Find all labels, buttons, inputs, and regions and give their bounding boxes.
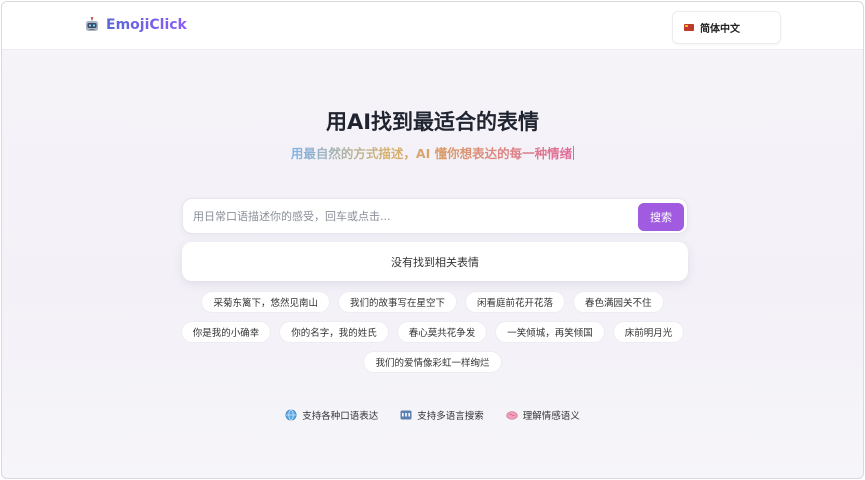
suggestion-chip[interactable]: 闲看庭前花开花落 — [465, 291, 566, 313]
suggestion-chip[interactable]: 我们的故事写在星空下 — [337, 291, 457, 313]
robot-icon — [86, 17, 98, 31]
result-panel: 没有找到相关表情 — [182, 242, 688, 281]
globe-icon — [285, 409, 297, 421]
suggestion-chip[interactable]: 一笑倾城，再笑倾国 — [495, 321, 605, 343]
feature-label: 理解情感语义 — [522, 411, 580, 422]
typing-caret — [573, 146, 575, 160]
search-bar: 搜索 — [182, 198, 688, 234]
suggestion-chip[interactable]: 你的名字，我的姓氏 — [279, 321, 389, 343]
subtitle-text: 用最自然的方式描述，AI 懂你想表达的每一种情绪 — [290, 146, 573, 161]
suggestion-chips: 采菊东篱下，悠然见南山 我们的故事写在星空下 闲看庭前花开花落 春色满园关不住 … — [2, 291, 863, 381]
suggestion-chip[interactable]: 采菊东篱下，悠然见南山 — [201, 291, 330, 313]
page-title: 用AI找到最适合的表情 — [325, 110, 540, 134]
logo-text: EmojiClick — [106, 17, 187, 33]
chip-row: 采菊东篱下，悠然见南山 我们的故事写在星空下 闲看庭前花开花落 春色满园关不住 — [2, 291, 863, 313]
feature-list: 支持各种口语表达 支持多语言搜索 理解情感语义 — [2, 408, 863, 422]
search-button[interactable]: 搜索 — [638, 203, 684, 231]
logo[interactable]: EmojiClick — [84, 17, 187, 33]
feature-multilang: 支持多语言搜索 — [400, 408, 484, 422]
feature-emotion: 理解情感语义 — [506, 408, 580, 422]
search-input[interactable] — [193, 205, 633, 227]
feature-label: 支持多语言搜索 — [417, 411, 484, 422]
no-result-message: 没有找到相关表情 — [391, 255, 479, 269]
feature-label: 支持各种口语表达 — [302, 411, 379, 422]
language-selector[interactable]: 简体中文 — [672, 11, 781, 44]
china-flag-icon — [684, 24, 694, 31]
feature-colloquial: 支持各种口语表达 — [285, 408, 378, 422]
suggestion-chip[interactable]: 春色满园关不住 — [573, 291, 664, 313]
top-header: EmojiClick 简体中文 — [2, 2, 863, 50]
suggestion-chip[interactable]: 床前明月光 — [612, 321, 685, 343]
page-subtitle: 用最自然的方式描述，AI 懂你想表达的每一种情绪 — [2, 143, 863, 162]
suggestion-chip[interactable]: 我们的爱情像彩虹一样绚烂 — [363, 351, 502, 373]
app-window: EmojiClick 简体中文 用AI找到最适合的表情 用最自然的方式描述，AI… — [1, 1, 864, 479]
suggestion-chip[interactable]: 春心莫共花争发 — [396, 321, 488, 343]
abc-icon — [400, 410, 412, 420]
suggestion-chip[interactable]: 你是我的小确幸 — [180, 321, 272, 343]
language-label: 简体中文 — [700, 24, 740, 35]
chip-row: 我们的爱情像彩虹一样绚烂 — [2, 351, 863, 373]
chip-row: 你是我的小确幸 你的名字，我的姓氏 春心莫共花争发 一笑倾城，再笑倾国 床前明月… — [2, 321, 863, 343]
brain-icon — [506, 411, 518, 420]
